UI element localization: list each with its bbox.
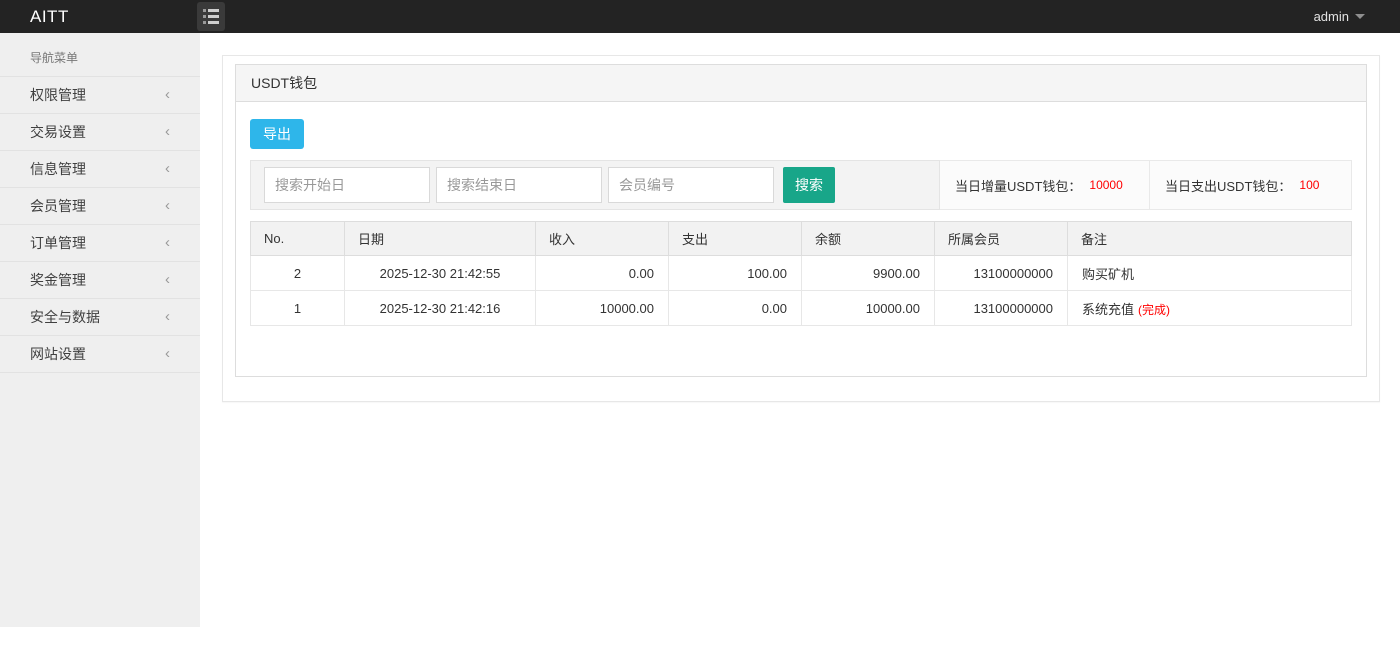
table-header-row: No. 日期 收入 支出 余额 所属会员 备注 — [251, 222, 1352, 256]
sidebar-item-label: 奖金管理 — [30, 262, 86, 298]
search-button[interactable]: 搜索 — [783, 167, 835, 203]
chevron-left-icon: ‹ — [165, 77, 170, 113]
remark-status: (完成) — [1138, 303, 1170, 317]
user-name: admin — [1314, 9, 1349, 24]
stat-daily-increase: 当日增量USDT钱包： 10000 — [940, 160, 1150, 210]
search-box: 搜索 — [250, 160, 940, 210]
sidebar: 导航菜单 权限管理 ‹ 交易设置 ‹ 信息管理 ‹ 会员管理 ‹ 订单管理 ‹ … — [0, 33, 200, 627]
sidebar-item-label: 网站设置 — [30, 336, 86, 372]
col-header-balance: 余额 — [802, 222, 935, 256]
table-row: 1 2025-12-30 21:42:16 10000.00 0.00 1000… — [251, 291, 1352, 326]
sidebar-item-bonus-management[interactable]: 奖金管理 ‹ — [0, 261, 200, 298]
table-row: 2 2025-12-30 21:42:55 0.00 100.00 9900.0… — [251, 256, 1352, 291]
stat-daily-expense: 当日支出USDT钱包： 100 — [1150, 160, 1352, 210]
usdt-wallet-panel: USDT钱包 导出 搜索 当日增量USDT钱包： 10000 当 — [235, 64, 1367, 377]
sidebar-item-label: 信息管理 — [30, 151, 86, 187]
sidebar-item-member-management[interactable]: 会员管理 ‹ — [0, 187, 200, 224]
stat-value: 100 — [1299, 178, 1319, 192]
chevron-left-icon: ‹ — [165, 225, 170, 261]
cell-income: 0.00 — [536, 256, 669, 291]
sidebar-item-label: 会员管理 — [30, 188, 86, 224]
cell-expense: 100.00 — [669, 256, 802, 291]
sidebar-item-label: 安全与数据 — [30, 299, 100, 335]
col-header-member: 所属会员 — [935, 222, 1068, 256]
chevron-left-icon: ‹ — [165, 336, 170, 372]
caret-down-icon — [1355, 14, 1365, 19]
stat-label: 当日支出USDT钱包： — [1165, 176, 1291, 195]
col-header-remark: 备注 — [1068, 222, 1352, 256]
sidebar-item-order-management[interactable]: 订单管理 ‹ — [0, 224, 200, 261]
panel-title: USDT钱包 — [236, 65, 1366, 102]
cell-income: 10000.00 — [536, 291, 669, 326]
chevron-left-icon: ‹ — [165, 299, 170, 335]
col-header-income: 收入 — [536, 222, 669, 256]
panel-body: 导出 搜索 当日增量USDT钱包： 10000 当日支出USDT钱包： — [236, 102, 1366, 376]
main-content: USDT钱包 导出 搜索 当日增量USDT钱包： 10000 当 — [200, 33, 1400, 402]
stat-value: 10000 — [1089, 178, 1122, 192]
sidebar-item-label: 交易设置 — [30, 114, 86, 150]
filter-strip: 搜索 当日增量USDT钱包： 10000 当日支出USDT钱包： 100 — [250, 160, 1352, 210]
cell-no: 2 — [251, 256, 345, 291]
cell-expense: 0.00 — [669, 291, 802, 326]
sidebar-item-permissions[interactable]: 权限管理 ‹ — [0, 76, 200, 113]
chevron-left-icon: ‹ — [165, 188, 170, 224]
sidebar-item-info-management[interactable]: 信息管理 ‹ — [0, 150, 200, 187]
cell-member: 13100000000 — [935, 256, 1068, 291]
cell-date: 2025-12-30 21:42:16 — [345, 291, 536, 326]
member-id-input[interactable] — [608, 167, 774, 203]
cell-remark: 购买矿机 — [1068, 256, 1352, 291]
chevron-left-icon: ‹ — [165, 114, 170, 150]
sidebar-item-trade-settings[interactable]: 交易设置 ‹ — [0, 113, 200, 150]
col-header-date: 日期 — [345, 222, 536, 256]
end-date-input[interactable] — [436, 167, 602, 203]
cell-member: 13100000000 — [935, 291, 1068, 326]
sidebar-section-title: 导航菜单 — [0, 33, 200, 76]
export-button[interactable]: 导出 — [250, 119, 304, 149]
sidebar-item-label: 订单管理 — [30, 225, 86, 261]
col-header-expense: 支出 — [669, 222, 802, 256]
sidebar-item-site-settings[interactable]: 网站设置 ‹ — [0, 335, 200, 372]
topbar: AITT admin — [0, 0, 1400, 33]
col-header-no: No. — [251, 222, 345, 256]
cell-remark: 系统充值(完成) — [1068, 291, 1352, 326]
chevron-left-icon: ‹ — [165, 262, 170, 298]
cell-balance: 9900.00 — [802, 256, 935, 291]
start-date-input[interactable] — [264, 167, 430, 203]
sidebar-toggle-button[interactable] — [197, 2, 225, 31]
app-logo: AITT — [30, 0, 69, 33]
wallet-table: No. 日期 收入 支出 余额 所属会员 备注 2 2025-12-30 21: — [250, 221, 1352, 326]
cell-no: 1 — [251, 291, 345, 326]
menu-icon — [203, 9, 219, 24]
cell-balance: 10000.00 — [802, 291, 935, 326]
chevron-left-icon: ‹ — [165, 151, 170, 187]
sidebar-item-label: 权限管理 — [30, 77, 86, 113]
content-wrapper: USDT钱包 导出 搜索 当日增量USDT钱包： 10000 当 — [222, 55, 1380, 402]
user-menu[interactable]: admin — [1314, 0, 1365, 33]
stat-label: 当日增量USDT钱包： — [955, 176, 1081, 195]
cell-date: 2025-12-30 21:42:55 — [345, 256, 536, 291]
sidebar-item-security-data[interactable]: 安全与数据 ‹ — [0, 298, 200, 335]
sidebar-nav: 权限管理 ‹ 交易设置 ‹ 信息管理 ‹ 会员管理 ‹ 订单管理 ‹ 奖金管理 … — [0, 76, 200, 373]
